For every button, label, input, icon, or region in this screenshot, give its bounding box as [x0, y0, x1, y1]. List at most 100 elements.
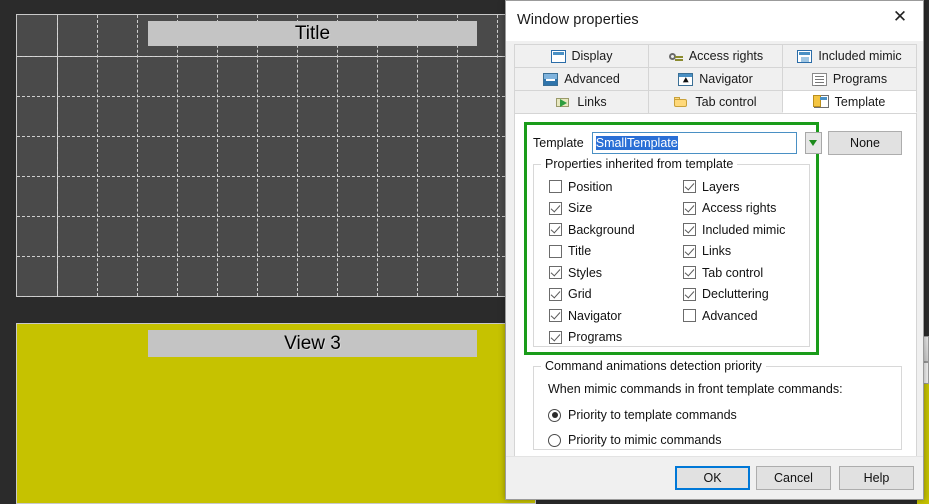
display-icon: [551, 50, 566, 63]
checkbox-layers[interactable]: Layers: [683, 176, 785, 198]
checkbox-position[interactable]: Position: [549, 176, 635, 198]
included-mimic-icon: [797, 50, 812, 63]
checkbox-box[interactable]: [683, 180, 696, 193]
radio-label: Priority to template commands: [568, 408, 737, 422]
dialog-titlebar[interactable]: Window properties ✕: [506, 1, 923, 41]
none-button[interactable]: None: [828, 131, 902, 155]
template-row: Template: [533, 132, 822, 154]
checkbox-box[interactable]: [549, 180, 562, 193]
checkbox-label: Navigator: [568, 309, 622, 323]
tab-label: Display: [572, 49, 613, 63]
checkbox-access-rights[interactable]: Access rights: [683, 198, 785, 220]
close-icon[interactable]: ✕: [877, 1, 923, 32]
tab-label: Programs: [833, 72, 887, 86]
checkbox-box[interactable]: [683, 223, 696, 236]
cancel-button[interactable]: Cancel: [756, 466, 831, 490]
checkbox-column-right: Layers Access rights Included mimic Link…: [683, 176, 785, 327]
programs-icon: [812, 73, 827, 86]
checkbox-box[interactable]: [683, 202, 696, 215]
checkbox-box[interactable]: [683, 309, 696, 322]
checkbox-box[interactable]: [683, 266, 696, 279]
checkbox-box[interactable]: [549, 202, 562, 215]
checkbox-label: Grid: [568, 287, 592, 301]
tab-template[interactable]: Template: [782, 90, 917, 113]
tab-strip: Display Access rights Included mimic Adv…: [514, 44, 917, 113]
window-properties-dialog: Window properties ✕ Display Access right…: [505, 0, 924, 500]
down-arrow-icon[interactable]: [805, 132, 822, 154]
checkbox-box[interactable]: [549, 331, 562, 344]
tab-label: Template: [835, 95, 886, 109]
tab-links[interactable]: Links: [514, 90, 649, 113]
checkbox-box[interactable]: [549, 266, 562, 279]
checkbox-title[interactable]: Title: [549, 241, 635, 263]
checkbox-styles[interactable]: Styles: [549, 262, 635, 284]
template-field-label: Template: [533, 136, 584, 150]
dialog-title: Window properties: [517, 12, 639, 28]
checkbox-grid[interactable]: Grid: [549, 284, 635, 306]
radio-label: Priority to mimic commands: [568, 433, 722, 447]
checkbox-label: Advanced: [702, 309, 758, 323]
command-group-question: When mimic commands in front template co…: [548, 382, 843, 396]
checkbox-decluttering[interactable]: Decluttering: [683, 284, 785, 306]
tab-label: Links: [577, 95, 606, 109]
mimic-panel-view3[interactable]: View 3: [16, 323, 536, 504]
radio-button[interactable]: [548, 434, 561, 447]
tab-advanced[interactable]: Advanced: [514, 67, 649, 90]
folder-icon: [674, 96, 689, 109]
navigator-icon: [678, 73, 693, 86]
checkbox-links[interactable]: Links: [683, 241, 785, 263]
links-icon: [556, 96, 571, 109]
checkbox-label: Programs: [568, 330, 622, 344]
checkbox-label: Tab control: [702, 266, 763, 280]
tab-included-mimic[interactable]: Included mimic: [782, 44, 917, 67]
checkbox-label: Links: [702, 244, 731, 258]
help-button[interactable]: Help: [839, 466, 914, 490]
checkbox-programs[interactable]: Programs: [549, 327, 635, 349]
checkbox-label: Styles: [568, 266, 602, 280]
checkbox-box[interactable]: [549, 288, 562, 301]
tab-navigator[interactable]: Navigator: [648, 67, 783, 90]
checkbox-label: Included mimic: [702, 223, 785, 237]
checkbox-box[interactable]: [549, 223, 562, 236]
checkbox-label: Layers: [702, 180, 740, 194]
checkbox-label: Access rights: [702, 201, 776, 215]
panel-title-bar[interactable]: Title: [148, 21, 477, 46]
template-input[interactable]: [592, 132, 797, 154]
checkbox-column-left: Position Size Background Title Styles Gr…: [549, 176, 635, 348]
panel-view3-text: View 3: [284, 333, 341, 355]
panel-title-text: Title: [295, 23, 330, 45]
keys-icon: [668, 50, 683, 63]
checkbox-box[interactable]: [549, 245, 562, 258]
radio-priority-template[interactable]: Priority to template commands: [548, 408, 737, 422]
checkbox-label: Size: [568, 201, 592, 215]
ok-button[interactable]: OK: [675, 466, 750, 490]
checkbox-tab-control[interactable]: Tab control: [683, 262, 785, 284]
radio-priority-mimic[interactable]: Priority to mimic commands: [548, 433, 722, 447]
tab-label: Tab control: [695, 95, 756, 109]
checkbox-background[interactable]: Background: [549, 219, 635, 241]
checkbox-box[interactable]: [683, 245, 696, 258]
checkbox-label: Title: [568, 244, 591, 258]
tab-row-3: Links Tab control Template: [514, 90, 917, 113]
tab-access-rights[interactable]: Access rights: [648, 44, 783, 67]
grid-overlay: [17, 15, 535, 296]
properties-group-legend: Properties inherited from template: [541, 157, 737, 171]
mimic-panel-title[interactable]: Title: [16, 14, 536, 297]
template-icon: [814, 95, 829, 108]
panel-view3-bar[interactable]: View 3: [148, 330, 477, 357]
checkbox-included-mimic[interactable]: Included mimic: [683, 219, 785, 241]
tab-panel-template: Template None Properties inherited from …: [514, 113, 917, 458]
tab-programs[interactable]: Programs: [782, 67, 917, 90]
checkbox-navigator[interactable]: Navigator: [549, 305, 635, 327]
checkbox-box[interactable]: [549, 309, 562, 322]
tab-label: Access rights: [689, 49, 763, 63]
tab-label: Included mimic: [818, 49, 901, 63]
checkbox-label: Decluttering: [702, 287, 769, 301]
checkbox-size[interactable]: Size: [549, 198, 635, 220]
tab-tab-control[interactable]: Tab control: [648, 90, 783, 113]
tab-display[interactable]: Display: [514, 44, 649, 67]
checkbox-box[interactable]: [683, 288, 696, 301]
tab-label: Advanced: [564, 72, 620, 86]
radio-button[interactable]: [548, 409, 561, 422]
checkbox-advanced[interactable]: Advanced: [683, 305, 785, 327]
